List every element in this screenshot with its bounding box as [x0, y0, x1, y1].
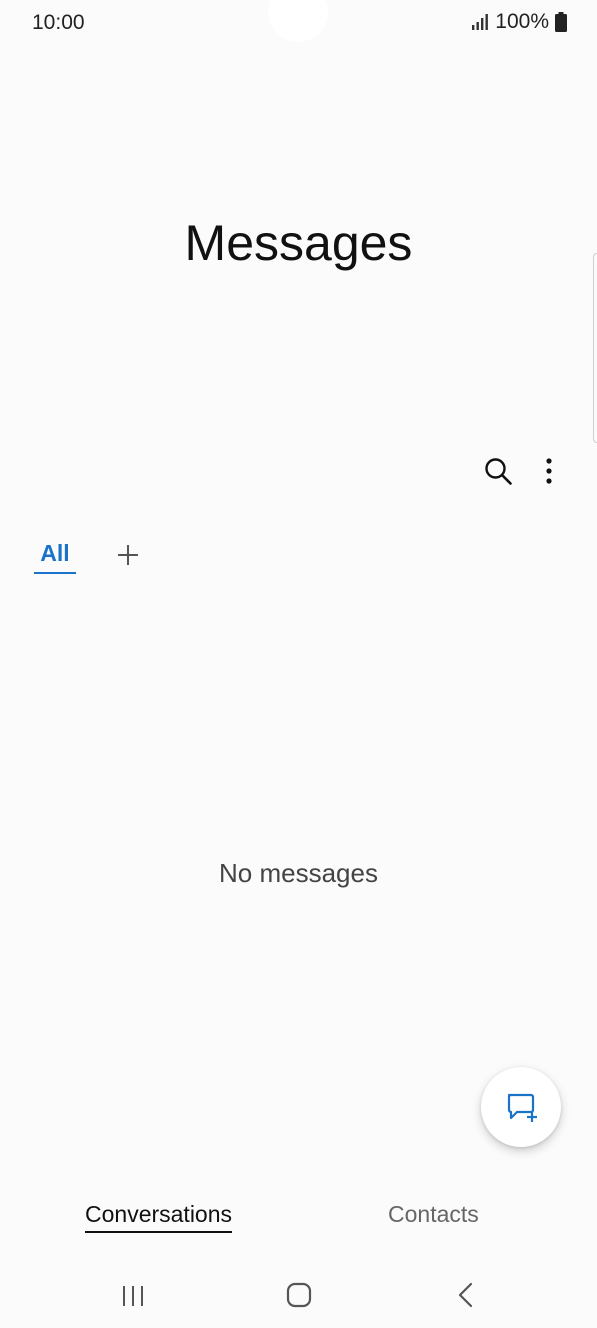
tab-conversations-indicator [85, 1231, 233, 1233]
tab-contacts-label: Contacts [388, 1201, 479, 1227]
tab-all-indicator [34, 572, 76, 574]
new-message-icon [507, 1093, 537, 1122]
battery-icon [555, 12, 567, 32]
signal-icon [472, 14, 489, 30]
status-indicators: 100% [471, 10, 567, 34]
plus-icon[interactable] [117, 544, 139, 566]
tab-conversations-label: Conversations [85, 1201, 233, 1227]
back-icon[interactable] [456, 1282, 476, 1308]
page-title: Messages [184, 215, 413, 271]
new-message-button[interactable] [481, 1067, 561, 1147]
status-time: 10:00 [32, 11, 85, 34]
system-nav-bar [0, 1262, 597, 1328]
more-options-icon[interactable] [537, 456, 561, 486]
search-icon[interactable] [483, 456, 513, 486]
battery-percent: 100% [495, 10, 549, 33]
home-icon[interactable] [286, 1282, 312, 1308]
empty-state-text: No messages [219, 858, 378, 888]
status-bar: 10:00 100% [0, 0, 597, 46]
edge-panel-handle[interactable] [593, 253, 597, 443]
camera-notch [268, 0, 328, 42]
tab-all[interactable]: All [34, 540, 76, 572]
tab-contacts[interactable]: Contacts [388, 1201, 479, 1228]
recents-icon[interactable] [121, 1284, 145, 1308]
tab-conversations[interactable]: Conversations [85, 1201, 233, 1233]
